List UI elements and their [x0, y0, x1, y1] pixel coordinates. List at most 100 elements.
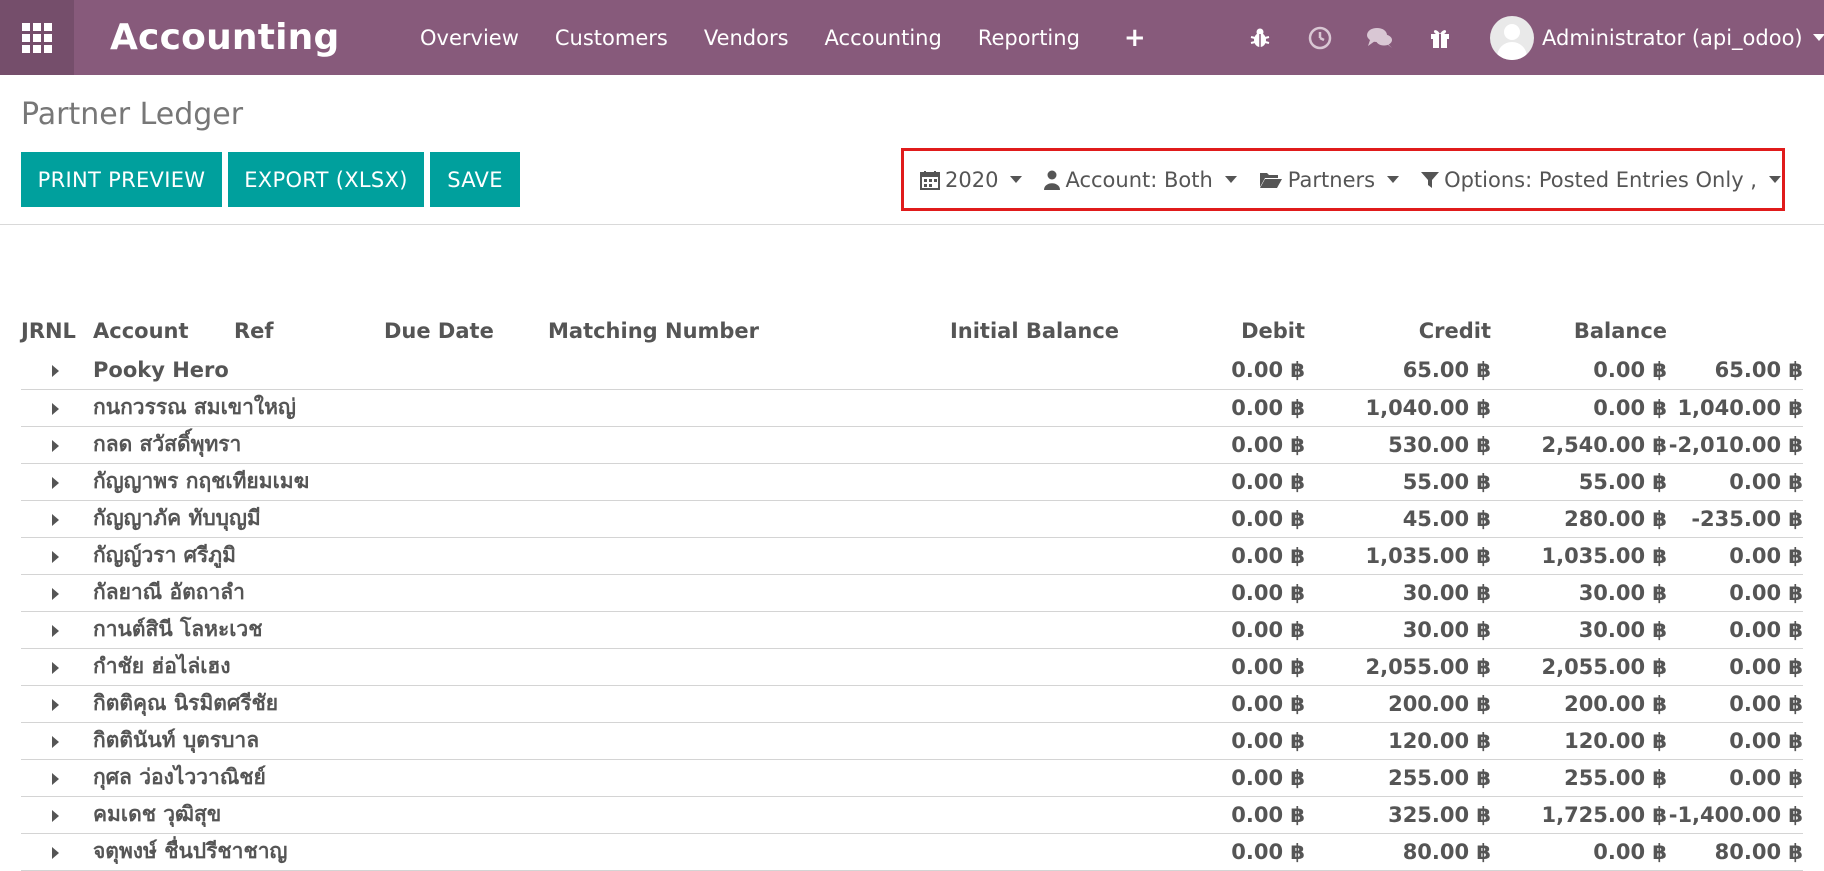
- menu-accounting[interactable]: Accounting: [807, 0, 960, 75]
- expand-row-cell[interactable]: [21, 685, 93, 723]
- partner-name[interactable]: กนกวรรณ สมเขาใหญ่: [93, 389, 1120, 427]
- caret-right-icon: [52, 476, 59, 489]
- credit-cell: 0.00 ฿: [1491, 389, 1668, 427]
- app-brand: Accounting: [110, 17, 340, 58]
- expand-row-cell[interactable]: [21, 833, 93, 871]
- table-row[interactable]: คมเดช วุฒิสุข 0.00 ฿ 325.00 ฿ 1,725.00 ฿ -1,…: [21, 796, 1803, 834]
- caret-right-icon: [52, 809, 59, 822]
- caret-right-icon: [52, 402, 59, 415]
- table-row[interactable]: กัลยาณี อัตถาลำ 0.00 ฿ 30.00 ฿ 30.00 ฿ 0.00 …: [21, 574, 1803, 612]
- debit-cell: 55.00 ฿: [1305, 463, 1492, 501]
- credit-cell: 30.00 ฿: [1491, 574, 1668, 612]
- table-row[interactable]: กำชัย ฮ่อไล่เฮง 0.00 ฿ 2,055.00 ฿ 2,055.00 …: [21, 648, 1803, 686]
- partner-name[interactable]: กานต์สินี โลหะเวช: [93, 611, 1120, 649]
- chat-icon[interactable]: [1350, 0, 1410, 75]
- expand-row-cell[interactable]: [21, 648, 93, 686]
- export-xlsx-button[interactable]: EXPORT (XLSX): [228, 152, 424, 207]
- col-header-due-date: Due Date: [384, 319, 494, 343]
- partner-name[interactable]: Pooky Hero: [93, 352, 1120, 390]
- col-header-account: Account: [93, 319, 189, 343]
- expand-row-cell[interactable]: [21, 611, 93, 649]
- table-row[interactable]: กิตติคุณ นิรมิตศรีชัย 0.00 ฿ 200.00 ฿ 200.0…: [21, 685, 1803, 723]
- partner-name[interactable]: จตุพงษ์ ชื่นปรีชาชาญ: [93, 833, 1120, 871]
- partner-name[interactable]: กิตติคุณ นิรมิตศรีชัย: [93, 685, 1120, 723]
- menu-customers[interactable]: Customers: [537, 0, 686, 75]
- menu-overview[interactable]: Overview: [402, 0, 537, 75]
- table-row[interactable]: กัญญาพร กฤชเทียมเมฆ 0.00 ฿ 55.00 ฿ 55.00 ฿ 0…: [21, 463, 1803, 501]
- col-header-debit: Debit: [1241, 319, 1306, 343]
- credit-cell: 280.00 ฿: [1491, 500, 1668, 538]
- balance-cell: 1,040.00 ฿: [1667, 389, 1803, 427]
- expand-row-cell[interactable]: [21, 537, 93, 575]
- partner-name[interactable]: คมเดช วุฒิสุข: [93, 796, 1120, 834]
- initial-balance-cell: 0.00 ฿: [1119, 426, 1306, 464]
- table-row[interactable]: กานต์สินี โลหะเวช 0.00 ฿ 30.00 ฿ 30.00 ฿ 0.0…: [21, 611, 1803, 649]
- partner-name[interactable]: กัญญาภัค ทับบุญมี: [93, 500, 1120, 538]
- partner-name[interactable]: กัญญ์วรา ศรีภูมิ: [93, 537, 1120, 575]
- app-menu-icon[interactable]: [0, 0, 74, 75]
- partner-name[interactable]: กำชัย ฮ่อไล่เฮง: [93, 648, 1120, 686]
- caret-down-icon: [1224, 176, 1237, 183]
- partner-name[interactable]: กลด สวัสดิ์พุทรา: [93, 426, 1120, 464]
- date-filter[interactable]: 2020: [920, 167, 1023, 192]
- debit-cell: 1,035.00 ฿: [1305, 537, 1492, 575]
- table-row[interactable]: กนกวรรณ สมเขาใหญ่ 0.00 ฿ 1,040.00 ฿ 0.00 ฿ 1…: [21, 389, 1803, 427]
- balance-cell: -1,400.00 ฿: [1667, 796, 1803, 834]
- date-filter-label: 2020: [945, 167, 999, 192]
- table-row[interactable]: กัญญ์วรา ศรีภูมิ 0.00 ฿ 1,035.00 ฿ 1,035.00…: [21, 537, 1803, 575]
- balance-cell: 65.00 ฿: [1667, 352, 1803, 390]
- debit-cell: 2,055.00 ฿: [1305, 648, 1492, 686]
- table-row[interactable]: กลด สวัสดิ์พุทรา 0.00 ฿ 530.00 ฿ 2,540.00 ฿…: [21, 426, 1803, 464]
- credit-cell: 1,725.00 ฿: [1491, 796, 1668, 834]
- col-header-jrnl: JRNL: [21, 319, 76, 343]
- expand-row-cell[interactable]: [21, 352, 93, 390]
- folder-open-icon: [1259, 172, 1282, 188]
- account-filter[interactable]: Account: Both: [1044, 168, 1237, 192]
- expand-row-cell[interactable]: [21, 463, 93, 501]
- debit-cell: 325.00 ฿: [1305, 796, 1492, 834]
- table-row[interactable]: กุศล ว่องไววาณิชย์ 0.00 ฿ 255.00 ฿ 255.00 ฿…: [21, 759, 1803, 797]
- initial-balance-cell: 0.00 ฿: [1119, 574, 1306, 612]
- table-row[interactable]: จตุพงษ์ ชื่นปรีชาชาญ 0.00 ฿ 80.00 ฿ 0.00 ฿ 8…: [21, 833, 1803, 871]
- partner-name[interactable]: กิตตินันท์ บุตรบาล: [93, 722, 1120, 760]
- balance-cell: 0.00 ฿: [1667, 574, 1803, 612]
- expand-row-cell[interactable]: [21, 574, 93, 612]
- balance-cell: 0.00 ฿: [1667, 537, 1803, 575]
- main-menu: Overview Customers Vendors Accounting Re…: [402, 0, 1172, 75]
- expand-row-cell[interactable]: [21, 759, 93, 797]
- expand-row-cell[interactable]: [21, 500, 93, 538]
- caret-right-icon: [52, 365, 59, 378]
- initial-balance-cell: 0.00 ฿: [1119, 537, 1306, 575]
- user-name: Administrator (api_odoo): [1542, 25, 1803, 50]
- user-menu[interactable]: Administrator (api_odoo): [1490, 0, 1824, 75]
- clock-icon[interactable]: [1290, 0, 1350, 75]
- credit-cell: 55.00 ฿: [1491, 463, 1668, 501]
- caret-right-icon: [52, 846, 59, 859]
- initial-balance-cell: 0.00 ฿: [1119, 352, 1306, 390]
- expand-row-cell[interactable]: [21, 389, 93, 427]
- debit-cell: 65.00 ฿: [1305, 352, 1492, 390]
- partner-name[interactable]: กัลยาณี อัตถาลำ: [93, 574, 1120, 612]
- options-filter[interactable]: Options: Posted Entries Only ,: [1421, 168, 1781, 192]
- menu-reporting[interactable]: Reporting: [960, 0, 1098, 75]
- table-row[interactable]: กัญญาภัค ทับบุญมี 0.00 ฿ 45.00 ฿ 280.00 ฿ -2…: [21, 500, 1803, 538]
- partner-name[interactable]: กุศล ว่องไววาณิชย์: [93, 759, 1120, 797]
- menu-vendors[interactable]: Vendors: [686, 0, 807, 75]
- expand-row-cell[interactable]: [21, 796, 93, 834]
- table-row[interactable]: Pooky Hero 0.00 ฿ 65.00 ฿ 0.00 ฿ 65.00 ฿: [21, 352, 1803, 390]
- expand-row-cell[interactable]: [21, 722, 93, 760]
- partners-filter[interactable]: Partners: [1259, 168, 1400, 192]
- avatar: [1490, 15, 1534, 60]
- table-row[interactable]: กิตตินันท์ บุตรบาล 0.00 ฿ 120.00 ฿ 120.00 ฿…: [21, 722, 1803, 760]
- add-menu-plus-icon[interactable]: +: [1098, 0, 1172, 75]
- save-button[interactable]: SAVE: [430, 152, 520, 207]
- bug-icon[interactable]: [1230, 0, 1290, 75]
- debit-cell: 200.00 ฿: [1305, 685, 1492, 723]
- debit-cell: 1,040.00 ฿: [1305, 389, 1492, 427]
- control-panel: Partner Ledger PRINT PREVIEW EXPORT (XLS…: [0, 75, 1824, 225]
- expand-row-cell[interactable]: [21, 426, 93, 464]
- print-preview-button[interactable]: PRINT PREVIEW: [21, 152, 222, 207]
- gift-icon[interactable]: [1410, 0, 1470, 75]
- partner-name[interactable]: กัญญาพร กฤชเทียมเมฆ: [93, 463, 1120, 501]
- credit-cell: 255.00 ฿: [1491, 759, 1668, 797]
